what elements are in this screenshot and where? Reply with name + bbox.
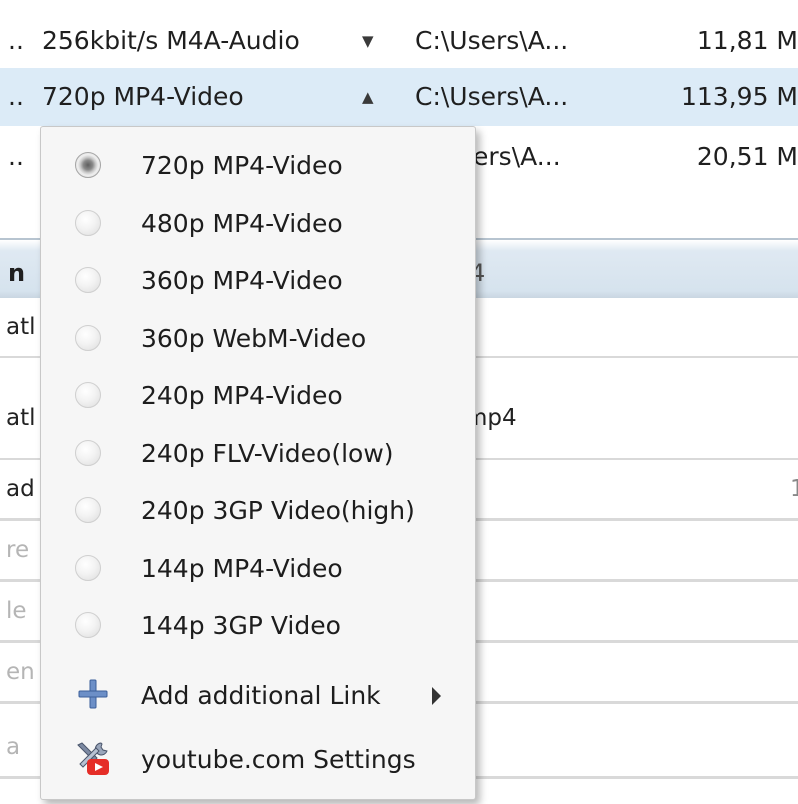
radio-unchecked-icon[interactable] — [75, 497, 101, 523]
format-option-label: 360p WebM-Video — [141, 323, 367, 353]
menu-item-format[interactable]: 720p MP4-Video — [41, 135, 475, 193]
format-option-label: 240p MP4-Video — [141, 381, 343, 410]
format-option-label: 720p MP4-Video — [141, 151, 343, 180]
radio-checked-icon[interactable] — [75, 152, 101, 178]
radio-unchecked-icon[interactable] — [75, 209, 101, 236]
submenu-arrow-icon — [432, 687, 441, 705]
menu-item-format[interactable]: 480p MP4-Video — [41, 193, 475, 251]
tools-youtube-icon — [77, 742, 109, 775]
property-value: 1 — [790, 476, 798, 502]
menu-item-format[interactable]: 360p MP4-Video — [41, 250, 475, 308]
file-size: 20,51 M — [696, 142, 798, 171]
menu-item-format[interactable]: 240p MP4-Video — [41, 365, 475, 423]
plus-icon — [78, 679, 108, 709]
row-prefix: .. — [8, 82, 24, 111]
format-label: 720p MP4-Video — [42, 82, 244, 111]
radio-unchecked-icon[interactable] — [75, 267, 101, 293]
format-dropdown-arrow-icon[interactable]: ▼ — [362, 12, 374, 70]
format-option-label: 240p 3GP Video(high) — [141, 496, 415, 525]
download-row-audio[interactable]: .. 256kbit/s M4A-Audio ▼ C:\Users\A... 1… — [0, 12, 798, 70]
menu-item-format[interactable]: 144p 3GP Video — [41, 595, 475, 653]
property-key: atl — [6, 314, 36, 340]
format-option-label: 360p MP4-Video — [141, 266, 343, 295]
format-option-label: 240p FLV-Video(low) — [141, 438, 394, 468]
format-context-menu: 720p MP4-Video 480p MP4-Video 360p MP4-Vid… — [40, 126, 476, 800]
radio-unchecked-icon[interactable] — [75, 439, 101, 466]
property-key: en — [6, 659, 35, 685]
format-option-label: 144p 3GP Video — [141, 611, 341, 640]
menu-item-youtube-settings[interactable]: youtube.com Settings — [41, 729, 475, 787]
format-dropdown-arrow-icon[interactable]: ▲ — [362, 68, 374, 126]
download-row-video[interactable]: .. 720p MP4-Video ▲ C:\Users\A... 113,95… — [0, 68, 798, 126]
download-path: C:\Users\A... — [415, 82, 569, 111]
property-key: re — [6, 537, 30, 563]
menu-item-add-additional-link[interactable]: Add additional Link — [41, 665, 475, 723]
radio-unchecked-icon[interactable] — [75, 324, 101, 351]
menu-item-format[interactable]: 144p MP4-Video — [41, 538, 475, 596]
add-link-label: Add additional Link — [141, 681, 381, 710]
property-key: a — [6, 734, 21, 760]
row-prefix: .. — [8, 26, 24, 55]
property-key: ad — [6, 476, 35, 502]
format-option-label: 480p MP4-Video — [141, 208, 343, 238]
file-size: 113,95 M — [681, 82, 798, 111]
menu-item-format[interactable]: 240p FLV-Video(low) — [41, 423, 475, 481]
menu-item-format[interactable]: 360p WebM-Video — [41, 308, 475, 366]
property-key: le — [6, 598, 27, 624]
format-option-label: 144p MP4-Video — [141, 553, 343, 583]
radio-unchecked-icon[interactable] — [75, 612, 101, 638]
section-title: n — [8, 259, 26, 287]
radio-unchecked-icon[interactable] — [75, 554, 101, 581]
format-label: 256kbit/s M4A-Audio — [42, 26, 300, 55]
file-size: 11,81 M — [696, 26, 798, 55]
radio-unchecked-icon[interactable] — [75, 382, 101, 408]
row-prefix: .. — [8, 142, 24, 171]
settings-label: youtube.com Settings — [141, 745, 416, 774]
menu-item-format[interactable]: 240p 3GP Video(high) — [41, 480, 475, 538]
download-path: C:\Users\A... — [415, 26, 569, 55]
